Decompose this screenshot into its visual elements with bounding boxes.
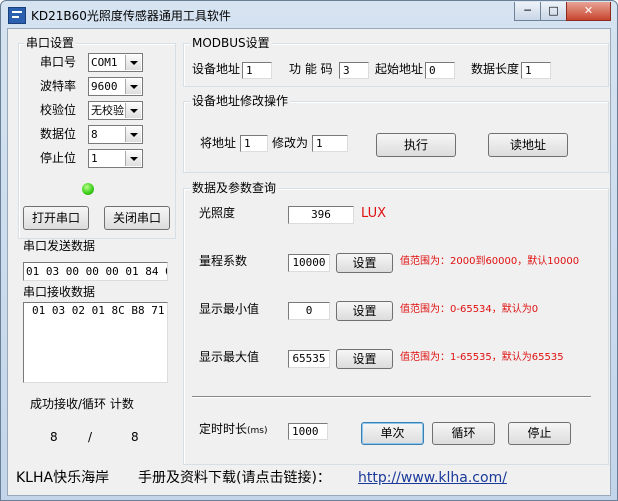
- min-field[interactable]: 0: [288, 302, 330, 320]
- port-label: 串口号: [40, 55, 77, 69]
- app-icon: [8, 7, 26, 24]
- max-hint: 值范围为：1-65535，默认为65535: [400, 352, 564, 363]
- maximize-button[interactable]: □: [540, 2, 567, 21]
- addr-modify-title: 设备地址修改操作: [190, 94, 291, 108]
- max-field[interactable]: 65535: [288, 350, 330, 368]
- range-field[interactable]: 10000: [288, 254, 330, 272]
- counter-label: 成功接收/循环 计数: [30, 397, 134, 411]
- data-len-label: 数据长度: [471, 62, 520, 76]
- timer-label: 定时时长(ms): [199, 422, 268, 438]
- start-addr-field[interactable]: 0: [425, 62, 455, 79]
- to-addr-label: 修改为: [272, 136, 309, 150]
- stopbits-label: 停止位: [40, 151, 77, 165]
- send-data-label: 串口发送数据: [23, 239, 96, 253]
- title-bar[interactable]: KD21B60光照度传感器通用工具软件 ─ □ ✕: [1, 1, 617, 28]
- port-select[interactable]: COM1: [88, 53, 143, 72]
- status-led-icon: [82, 183, 94, 195]
- timer-label-text: 定时时长: [199, 422, 248, 436]
- start-addr-label: 起始地址: [375, 62, 424, 76]
- single-button[interactable]: 单次: [361, 422, 424, 445]
- stopbits-select[interactable]: 1: [88, 149, 143, 168]
- read-addr-button[interactable]: 读地址: [488, 133, 568, 157]
- close-button[interactable]: ✕: [566, 2, 611, 21]
- close-port-button[interactable]: 关闭串口: [104, 206, 170, 230]
- brand-text: KLHA快乐海岸: [16, 470, 110, 486]
- minimize-button[interactable]: ─: [514, 2, 541, 21]
- baud-value: 9600: [91, 80, 118, 93]
- baud-label: 波特率: [40, 79, 77, 93]
- to-addr-field[interactable]: 1: [312, 135, 348, 152]
- min-hint: 值范围为：0-65534，默认为0: [400, 304, 539, 315]
- databits-value: 8: [91, 128, 98, 141]
- parity-label: 校验位: [40, 103, 77, 117]
- baud-select[interactable]: 9600: [88, 77, 143, 96]
- min-set-button[interactable]: 设置: [336, 301, 393, 321]
- open-port-button[interactable]: 打开串口: [23, 206, 89, 230]
- port-value: COM1: [91, 56, 118, 69]
- recv-data-field[interactable]: 01 03 02 01 8C B8 71: [23, 302, 168, 383]
- chevron-down-icon[interactable]: [125, 127, 141, 142]
- from-addr-field[interactable]: 1: [240, 135, 268, 152]
- count-separator: /: [88, 430, 93, 444]
- success-count: 8: [50, 430, 58, 444]
- stopbits-value: 1: [91, 152, 98, 165]
- function-code-field[interactable]: 3: [339, 62, 369, 79]
- modbus-settings-title: MODBUS设置: [190, 36, 272, 50]
- execute-button[interactable]: 执行: [376, 133, 456, 157]
- chevron-down-icon[interactable]: [125, 55, 141, 70]
- parity-select[interactable]: 无校验: [88, 101, 143, 120]
- databits-label: 数据位: [40, 127, 77, 141]
- max-set-button[interactable]: 设置: [336, 349, 393, 369]
- databits-select[interactable]: 8: [88, 125, 143, 144]
- loop-button[interactable]: 循环: [432, 422, 495, 445]
- loop-count: 8: [131, 430, 139, 444]
- stop-button[interactable]: 停止: [508, 422, 571, 445]
- chevron-down-icon[interactable]: [125, 79, 141, 94]
- range-set-button[interactable]: 设置: [336, 253, 393, 273]
- lux-unit: LUX: [361, 206, 387, 221]
- window-title: KD21B60光照度传感器通用工具软件: [31, 9, 231, 23]
- download-link[interactable]: http://www.klha.com/: [358, 470, 507, 487]
- function-code-label: 功 能 码: [289, 62, 333, 76]
- max-label: 显示最大值: [199, 350, 260, 364]
- timer-unit: (ms): [247, 426, 268, 436]
- timer-field[interactable]: 1000: [288, 423, 328, 440]
- data-len-field[interactable]: 1: [521, 62, 551, 79]
- query-group-title: 数据及参数查询: [190, 181, 279, 195]
- range-hint: 值范围为：2000到60000，默认10000: [400, 256, 580, 267]
- range-label: 量程系数: [199, 254, 248, 268]
- serial-settings-title: 串口设置: [24, 36, 77, 50]
- send-data-field[interactable]: 01 03 00 00 00 01 84 0A: [23, 262, 168, 281]
- download-text: 手册及资料下载(请点击链接)：: [138, 470, 331, 486]
- chevron-down-icon[interactable]: [125, 103, 141, 118]
- lux-value-field: 396: [288, 206, 354, 224]
- recv-data-label: 串口接收数据: [23, 285, 96, 299]
- device-addr-label: 设备地址: [192, 62, 241, 76]
- from-addr-label: 将地址: [200, 136, 237, 150]
- chevron-down-icon[interactable]: [125, 151, 141, 166]
- min-label: 显示最小值: [199, 302, 260, 316]
- divider: [192, 396, 591, 398]
- lux-label: 光照度: [199, 206, 236, 220]
- device-addr-field[interactable]: 1: [242, 62, 272, 79]
